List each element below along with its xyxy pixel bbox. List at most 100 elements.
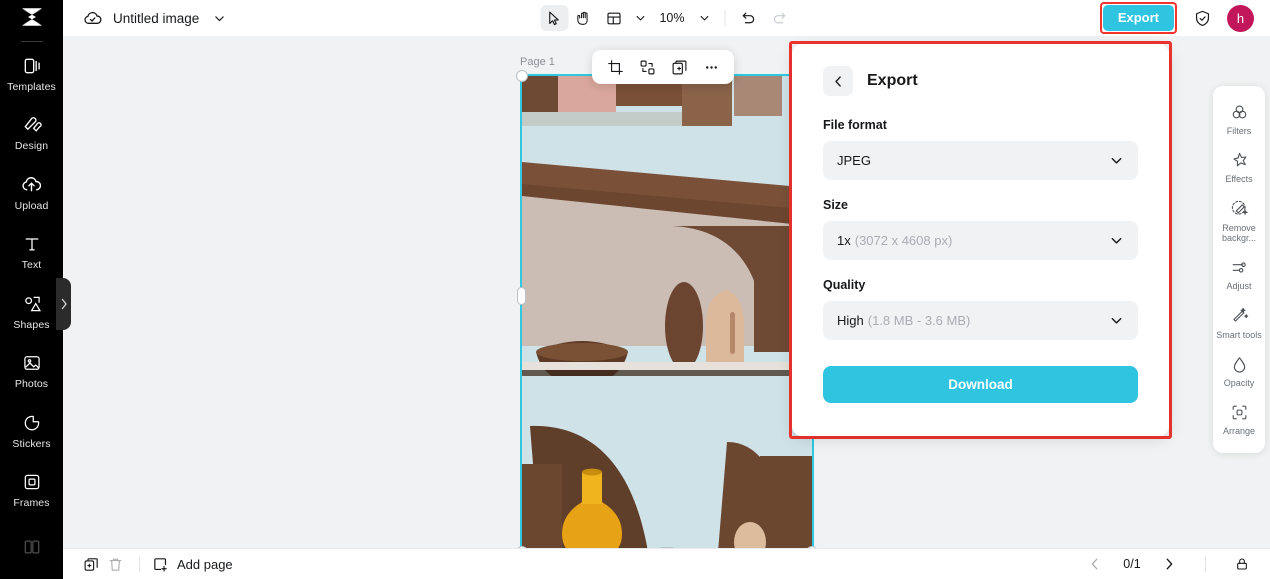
crop-button[interactable] — [602, 54, 628, 80]
size-sub: (3072 x 4608 px) — [854, 233, 953, 248]
document-title[interactable]: Untitled image — [113, 11, 199, 26]
layout-dropdown-button[interactable] — [630, 8, 650, 28]
sidebar-item-design[interactable]: Design — [0, 103, 63, 163]
bottom-separator-2 — [1205, 556, 1206, 572]
bottom-right-group: 0/1 — [1083, 552, 1254, 576]
add-page-icon — [154, 557, 167, 571]
zoom-level[interactable]: 10% — [652, 11, 692, 25]
right-item-label: Opacity — [1223, 378, 1255, 389]
photos-icon — [21, 352, 43, 374]
next-page-button[interactable] — [1157, 552, 1181, 576]
export-panel-header: Export — [823, 66, 1138, 96]
right-item-adjust[interactable]: Adjust — [1213, 250, 1265, 298]
right-item-filters[interactable]: Filters — [1213, 95, 1265, 143]
quality-label: Quality — [823, 278, 866, 292]
sidebar-item-stickers[interactable]: Stickers — [0, 401, 63, 461]
export-button[interactable]: Export — [1102, 4, 1174, 32]
size-select[interactable]: 1x (3072 x 4608 px) — [823, 221, 1138, 260]
lock-icon — [1237, 558, 1247, 570]
resize-handle-left-middle[interactable] — [517, 287, 526, 305]
security-button[interactable] — [1191, 7, 1213, 29]
layout-tool-button[interactable] — [600, 5, 628, 31]
quality-sub: (1.8 MB - 3.6 MB) — [867, 313, 971, 328]
sidebar-item-text[interactable]: Text — [0, 222, 63, 282]
templates-icon — [21, 55, 43, 77]
chevron-down-icon — [1109, 153, 1124, 168]
trash-icon — [109, 558, 121, 571]
bottom-separator — [139, 556, 140, 572]
duplicate-button[interactable] — [666, 54, 692, 80]
rail-divider — [20, 40, 43, 42]
right-item-arrange[interactable]: Arrange — [1213, 395, 1265, 443]
avatar[interactable]: h — [1227, 4, 1254, 32]
sidebar-item-background[interactable] — [0, 520, 63, 579]
duplicate-icon — [672, 60, 686, 74]
sidebar-item-shapes[interactable]: Shapes — [0, 282, 63, 342]
right-item-opacity[interactable]: Opacity — [1213, 347, 1265, 395]
topbar-right-group: Export h — [1099, 1, 1270, 35]
chevron-left-icon — [834, 75, 841, 87]
capcut-logo-icon — [21, 8, 42, 27]
capcut-logo[interactable] — [0, 0, 63, 35]
crop-icon — [607, 59, 623, 75]
export-back-button[interactable] — [823, 66, 853, 96]
export-panel: Export File format JPEG Size 1x (3072 x … — [792, 44, 1169, 436]
right-item-smart-tools[interactable]: Smart tools — [1213, 299, 1265, 347]
sidebar-item-label: Upload — [14, 199, 49, 212]
replace-button[interactable] — [634, 54, 660, 80]
redo-button[interactable] — [765, 5, 793, 31]
file-format-select[interactable]: JPEG — [823, 141, 1138, 180]
sidebar-item-templates[interactable]: Templates — [0, 44, 63, 104]
shapes-icon — [21, 293, 43, 315]
stickers-icon — [21, 412, 43, 434]
right-item-label: Smart tools — [1216, 329, 1262, 340]
document-title-menu-button[interactable] — [209, 8, 229, 28]
sidebar-item-frames[interactable]: Frames — [0, 460, 63, 520]
export-panel-highlight: Export File format JPEG Size 1x (3072 x … — [789, 41, 1172, 439]
smart-tools-icon — [1229, 306, 1249, 326]
delete-page-button[interactable] — [103, 552, 127, 576]
add-page-label: Add page — [177, 556, 233, 572]
more-button[interactable] — [698, 54, 724, 80]
duplicate-page-icon — [84, 557, 98, 571]
right-item-effects[interactable]: Effects — [1213, 143, 1265, 191]
artboard[interactable] — [520, 74, 814, 548]
background-icon — [21, 536, 43, 558]
hand-tool-button[interactable] — [570, 5, 598, 31]
undo-button[interactable] — [735, 5, 763, 31]
topbar-center-tools: 10% — [540, 0, 793, 36]
duplicate-page-button[interactable] — [79, 552, 103, 576]
zoom-dropdown-button[interactable] — [694, 8, 714, 28]
resize-handle-top-left[interactable] — [516, 70, 528, 82]
quality-select[interactable]: High (1.8 MB - 3.6 MB) — [823, 301, 1138, 340]
swap-icon — [640, 60, 654, 74]
export-panel-title: Export — [867, 72, 918, 89]
shield-check-icon — [1195, 10, 1209, 26]
frames-icon — [21, 471, 43, 493]
export-button-highlight: Export — [1099, 1, 1177, 35]
ellipsis-icon — [705, 65, 717, 69]
chevron-right-icon — [1166, 558, 1173, 570]
right-item-remove-background[interactable]: Remove backgr... — [1213, 192, 1265, 251]
chevron-down-icon — [1109, 233, 1124, 248]
prev-page-button[interactable] — [1083, 552, 1107, 576]
add-page-button[interactable]: Add page — [152, 556, 233, 573]
filters-icon — [1229, 102, 1249, 122]
quality-value: High — [837, 313, 864, 328]
size-label: Size — [823, 198, 849, 212]
top-toolbar: Untitled image 10% Export h — [63, 0, 1270, 36]
sidebar-collapse-handle[interactable] — [56, 278, 71, 330]
lock-button[interactable] — [1230, 552, 1254, 576]
right-item-label: Arrange — [1222, 426, 1256, 437]
page-indicator: 0/1 — [1123, 557, 1141, 571]
sidebar-item-label: Stickers — [12, 437, 51, 450]
sidebar-item-label: Shapes — [13, 318, 50, 331]
effects-icon — [1229, 150, 1249, 170]
download-button[interactable]: Download — [823, 366, 1138, 403]
select-tool-button[interactable] — [540, 5, 568, 31]
sidebar-item-upload[interactable]: Upload — [0, 163, 63, 223]
sidebar-item-photos[interactable]: Photos — [0, 341, 63, 401]
sidebar-item-label: Design — [14, 140, 49, 152]
right-item-label: Remove backgr... — [1221, 222, 1257, 244]
object-float-toolbar — [592, 50, 734, 84]
